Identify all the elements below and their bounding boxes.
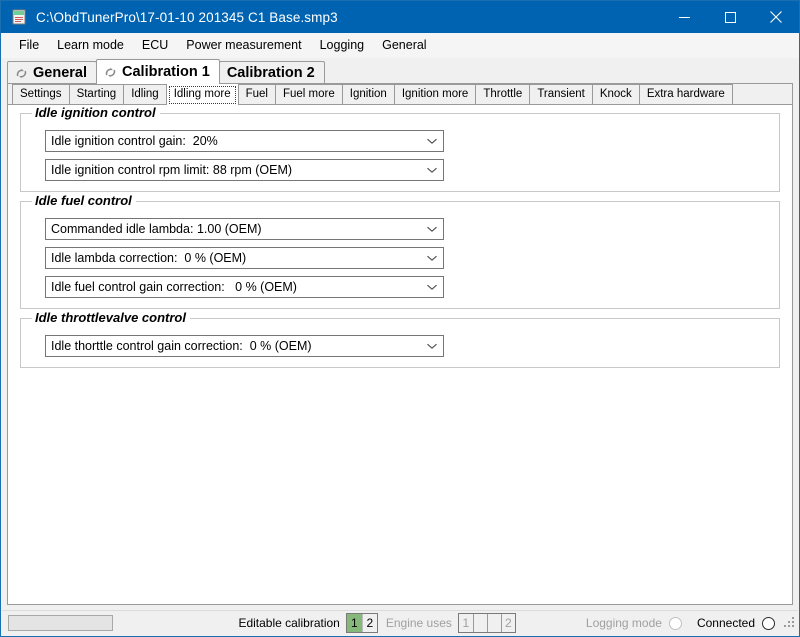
logging-mode-label: Logging mode: [585, 616, 662, 630]
window-title: C:\ObdTunerPro\17-01-10 201345 C1 Base.s…: [36, 9, 338, 25]
subtab-extra-hardware[interactable]: Extra hardware: [638, 84, 733, 104]
progress-bar: [8, 615, 113, 631]
combo-label: Idle ignition control rpm limit:: [51, 163, 210, 177]
tab-general-label: General: [33, 65, 87, 81]
menu-item-file[interactable]: File: [10, 35, 48, 56]
combo-selected-value: 0 % (OEM): [184, 251, 247, 265]
combo-label: Idle lambda correction:: [51, 251, 178, 265]
chevron-down-icon[interactable]: [421, 160, 443, 180]
logging-mode-led-icon: [668, 616, 682, 630]
chevron-down-icon[interactable]: [421, 248, 443, 268]
status-bar: Editable calibration 1 2 Engine uses 1 2…: [2, 610, 798, 635]
tab-calibration-1-label: Calibration 1: [122, 64, 210, 80]
engine-uses-cell-2: [472, 614, 487, 632]
editable-calibration-label: Editable calibration: [238, 616, 340, 630]
engine-uses-label: Engine uses: [385, 616, 452, 630]
combo-label: Idle thorttle control gain correction:: [51, 339, 243, 353]
subtab-fuel[interactable]: Fuel: [237, 84, 276, 104]
chevron-down-icon[interactable]: [421, 219, 443, 239]
calibration-cell-1[interactable]: 1: [346, 614, 362, 632]
subtab-throttle[interactable]: Throttle: [475, 84, 531, 104]
combo-idle-fuel-control-gain-correction[interactable]: Idle fuel control gain correction: 0 % (…: [45, 276, 444, 298]
engine-uses-indicator: 1 2: [457, 613, 516, 633]
calibration-cell-2[interactable]: 2: [361, 614, 377, 632]
group-title: Idle throttlevalve control: [32, 310, 190, 325]
combo-selected-value: 1.00 (OEM): [196, 222, 262, 236]
combo-label: Commanded idle lambda:: [51, 222, 194, 236]
group-title: Idle fuel control: [32, 193, 136, 208]
menu-bar: File Learn mode ECU Power measurement Lo…: [1, 33, 799, 59]
combo-value: Idle ignition control rpm limit: 88 rpm …: [51, 160, 417, 180]
combo-selected-value: 0 % (OEM): [249, 339, 312, 353]
combo-idle-lambda-correction[interactable]: Idle lambda correction: 0 % (OEM): [45, 247, 444, 269]
menu-item-power-measurement[interactable]: Power measurement: [177, 35, 310, 56]
engine-uses-cell-1: 1: [458, 614, 473, 632]
combo-value: Commanded idle lambda: 1.00 (OEM): [51, 219, 417, 239]
connected-led-icon: [762, 616, 775, 630]
combo-idle-ignition-control-gain[interactable]: Idle ignition control gain: 20%: [45, 130, 444, 152]
menu-item-learn-mode[interactable]: Learn mode: [48, 35, 133, 56]
recycle-icon: [15, 67, 28, 80]
engine-uses-cell-3: [486, 614, 501, 632]
combo-value: Idle ignition control gain: 20%: [51, 131, 417, 151]
menu-item-ecu[interactable]: ECU: [133, 35, 177, 56]
group-idle-throttlevalve-control: Idle throttlevalve control Idle thorttle…: [20, 310, 780, 368]
menu-item-general[interactable]: General: [373, 35, 435, 56]
subtab-settings[interactable]: Settings: [12, 84, 70, 104]
combo-selected-value: 20%: [192, 134, 218, 148]
connected-label: Connected: [696, 616, 755, 630]
combo-commanded-idle-lambda[interactable]: Commanded idle lambda: 1.00 (OEM): [45, 218, 444, 240]
chevron-down-icon[interactable]: [421, 336, 443, 356]
panel-body: Idle ignition control Idle ignition cont…: [8, 105, 792, 604]
group-idle-fuel-control: Idle fuel control Commanded idle lambda:…: [20, 193, 780, 309]
tab-calibration-2[interactable]: Calibration 2: [218, 61, 325, 84]
subtab-knock[interactable]: Knock: [591, 84, 640, 104]
window-controls: [661, 1, 799, 33]
group-title: Idle ignition control: [32, 105, 160, 120]
application-window: C:\ObdTunerPro\17-01-10 201345 C1 Base.s…: [0, 0, 800, 637]
combo-selected-value: 0 % (OEM): [235, 280, 297, 294]
tab-general[interactable]: General: [7, 61, 97, 84]
minimize-button[interactable]: [661, 1, 707, 33]
chevron-down-icon[interactable]: [421, 131, 443, 151]
editable-calibration-indicator[interactable]: 1 2: [345, 613, 378, 633]
subtab-starting[interactable]: Starting: [68, 84, 125, 104]
sub-tab-strip: Settings Starting Idling Idling more Fue…: [8, 83, 792, 105]
chevron-down-icon[interactable]: [421, 277, 443, 297]
close-button[interactable]: [753, 1, 799, 33]
title-bar[interactable]: C:\ObdTunerPro\17-01-10 201345 C1 Base.s…: [1, 1, 799, 33]
combo-value: Idle thorttle control gain correction: 0…: [51, 336, 417, 356]
subtab-idling-more[interactable]: Idling more: [165, 83, 239, 105]
combo-idle-ignition-control-rpm-limit[interactable]: Idle ignition control rpm limit: 88 rpm …: [45, 159, 444, 181]
subtab-ignition-more[interactable]: Ignition more: [393, 84, 477, 104]
combo-value: Idle fuel control gain correction: 0 % (…: [51, 277, 417, 297]
recycle-icon: [104, 66, 117, 79]
group-idle-ignition-control: Idle ignition control Idle ignition cont…: [20, 105, 780, 192]
engine-uses-cell-4: 2: [500, 614, 515, 632]
resize-grip-icon[interactable]: [784, 617, 796, 629]
tab-calibration-1[interactable]: Calibration 1: [96, 59, 220, 84]
menu-item-logging[interactable]: Logging: [311, 35, 374, 56]
subtab-ignition[interactable]: Ignition: [341, 84, 395, 104]
document-icon: [11, 9, 27, 25]
content-panel: Settings Starting Idling Idling more Fue…: [7, 83, 793, 605]
subtab-fuel-more[interactable]: Fuel more: [274, 84, 343, 104]
combo-idle-throttle-control-gain-correction[interactable]: Idle thorttle control gain correction: 0…: [45, 335, 444, 357]
maximize-button[interactable]: [707, 1, 753, 33]
subtab-transient[interactable]: Transient: [529, 84, 593, 104]
subtab-idling-more-label: Idling more: [173, 88, 231, 100]
combo-label: Idle fuel control gain correction:: [51, 280, 225, 294]
combo-label: Idle ignition control gain:: [51, 134, 186, 148]
combo-selected-value: 88 rpm (OEM): [212, 163, 293, 177]
main-tab-strip: General Calibration 1 Calibration 2: [1, 59, 799, 84]
subtab-idling[interactable]: Idling: [123, 84, 167, 104]
tab-calibration-2-label: Calibration 2: [226, 65, 315, 81]
combo-value: Idle lambda correction: 0 % (OEM): [51, 248, 417, 268]
